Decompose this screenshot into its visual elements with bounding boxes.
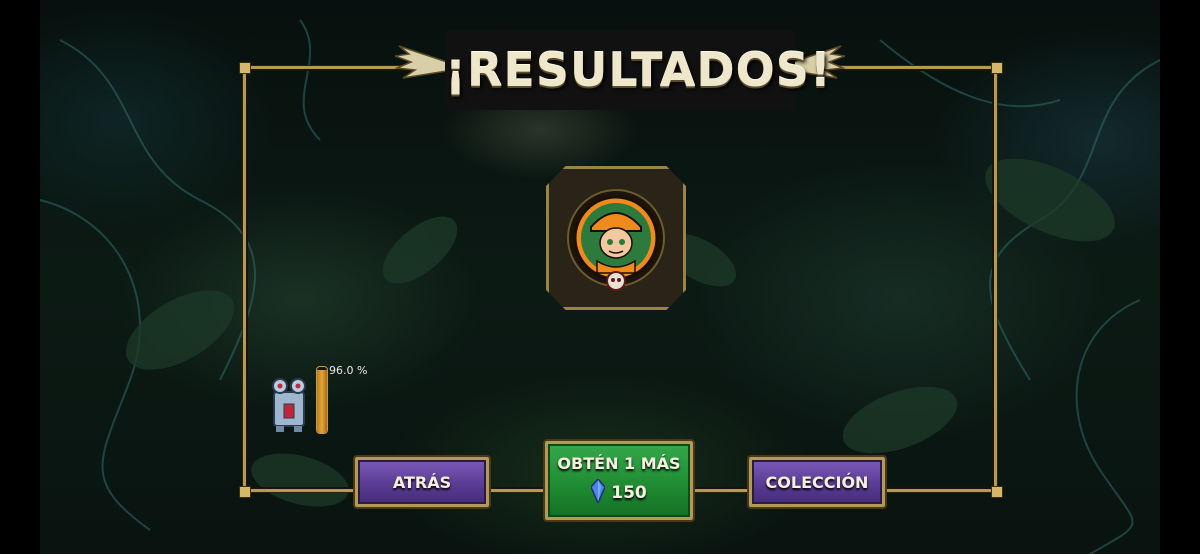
frame-corner [991,62,1003,74]
character-portrait-icon [567,189,665,291]
skull-icon [606,271,626,291]
page-title: ¡RESULTADOS! [445,30,831,110]
robot-character-icon [272,378,306,432]
cost-row: 150 [590,477,647,508]
back-button[interactable]: ATRÁS [355,457,489,507]
collection-button[interactable]: COLECCIÓN [749,457,885,507]
get-one-more-button[interactable]: OBTÉN 1 MÁS 150 [545,441,693,520]
frame-corner [239,62,251,74]
back-button-label: ATRÁS [392,472,452,492]
frame-corner [991,486,1003,498]
progress-label: 96.0 % [329,364,368,377]
frame-corner [239,486,251,498]
title-banner: ¡RESULTADOS! [395,30,845,110]
progress-fill [317,369,327,433]
reward-portrait[interactable] [546,166,686,310]
right-letterbox [1160,0,1200,554]
left-letterbox [0,0,40,554]
progress-bar [316,366,328,434]
blue-gem-icon [590,477,607,508]
collection-button-label: COLECCIÓN [765,472,869,492]
cost-value: 150 [611,483,647,503]
get-one-more-label: OBTÉN 1 MÁS [557,453,681,473]
